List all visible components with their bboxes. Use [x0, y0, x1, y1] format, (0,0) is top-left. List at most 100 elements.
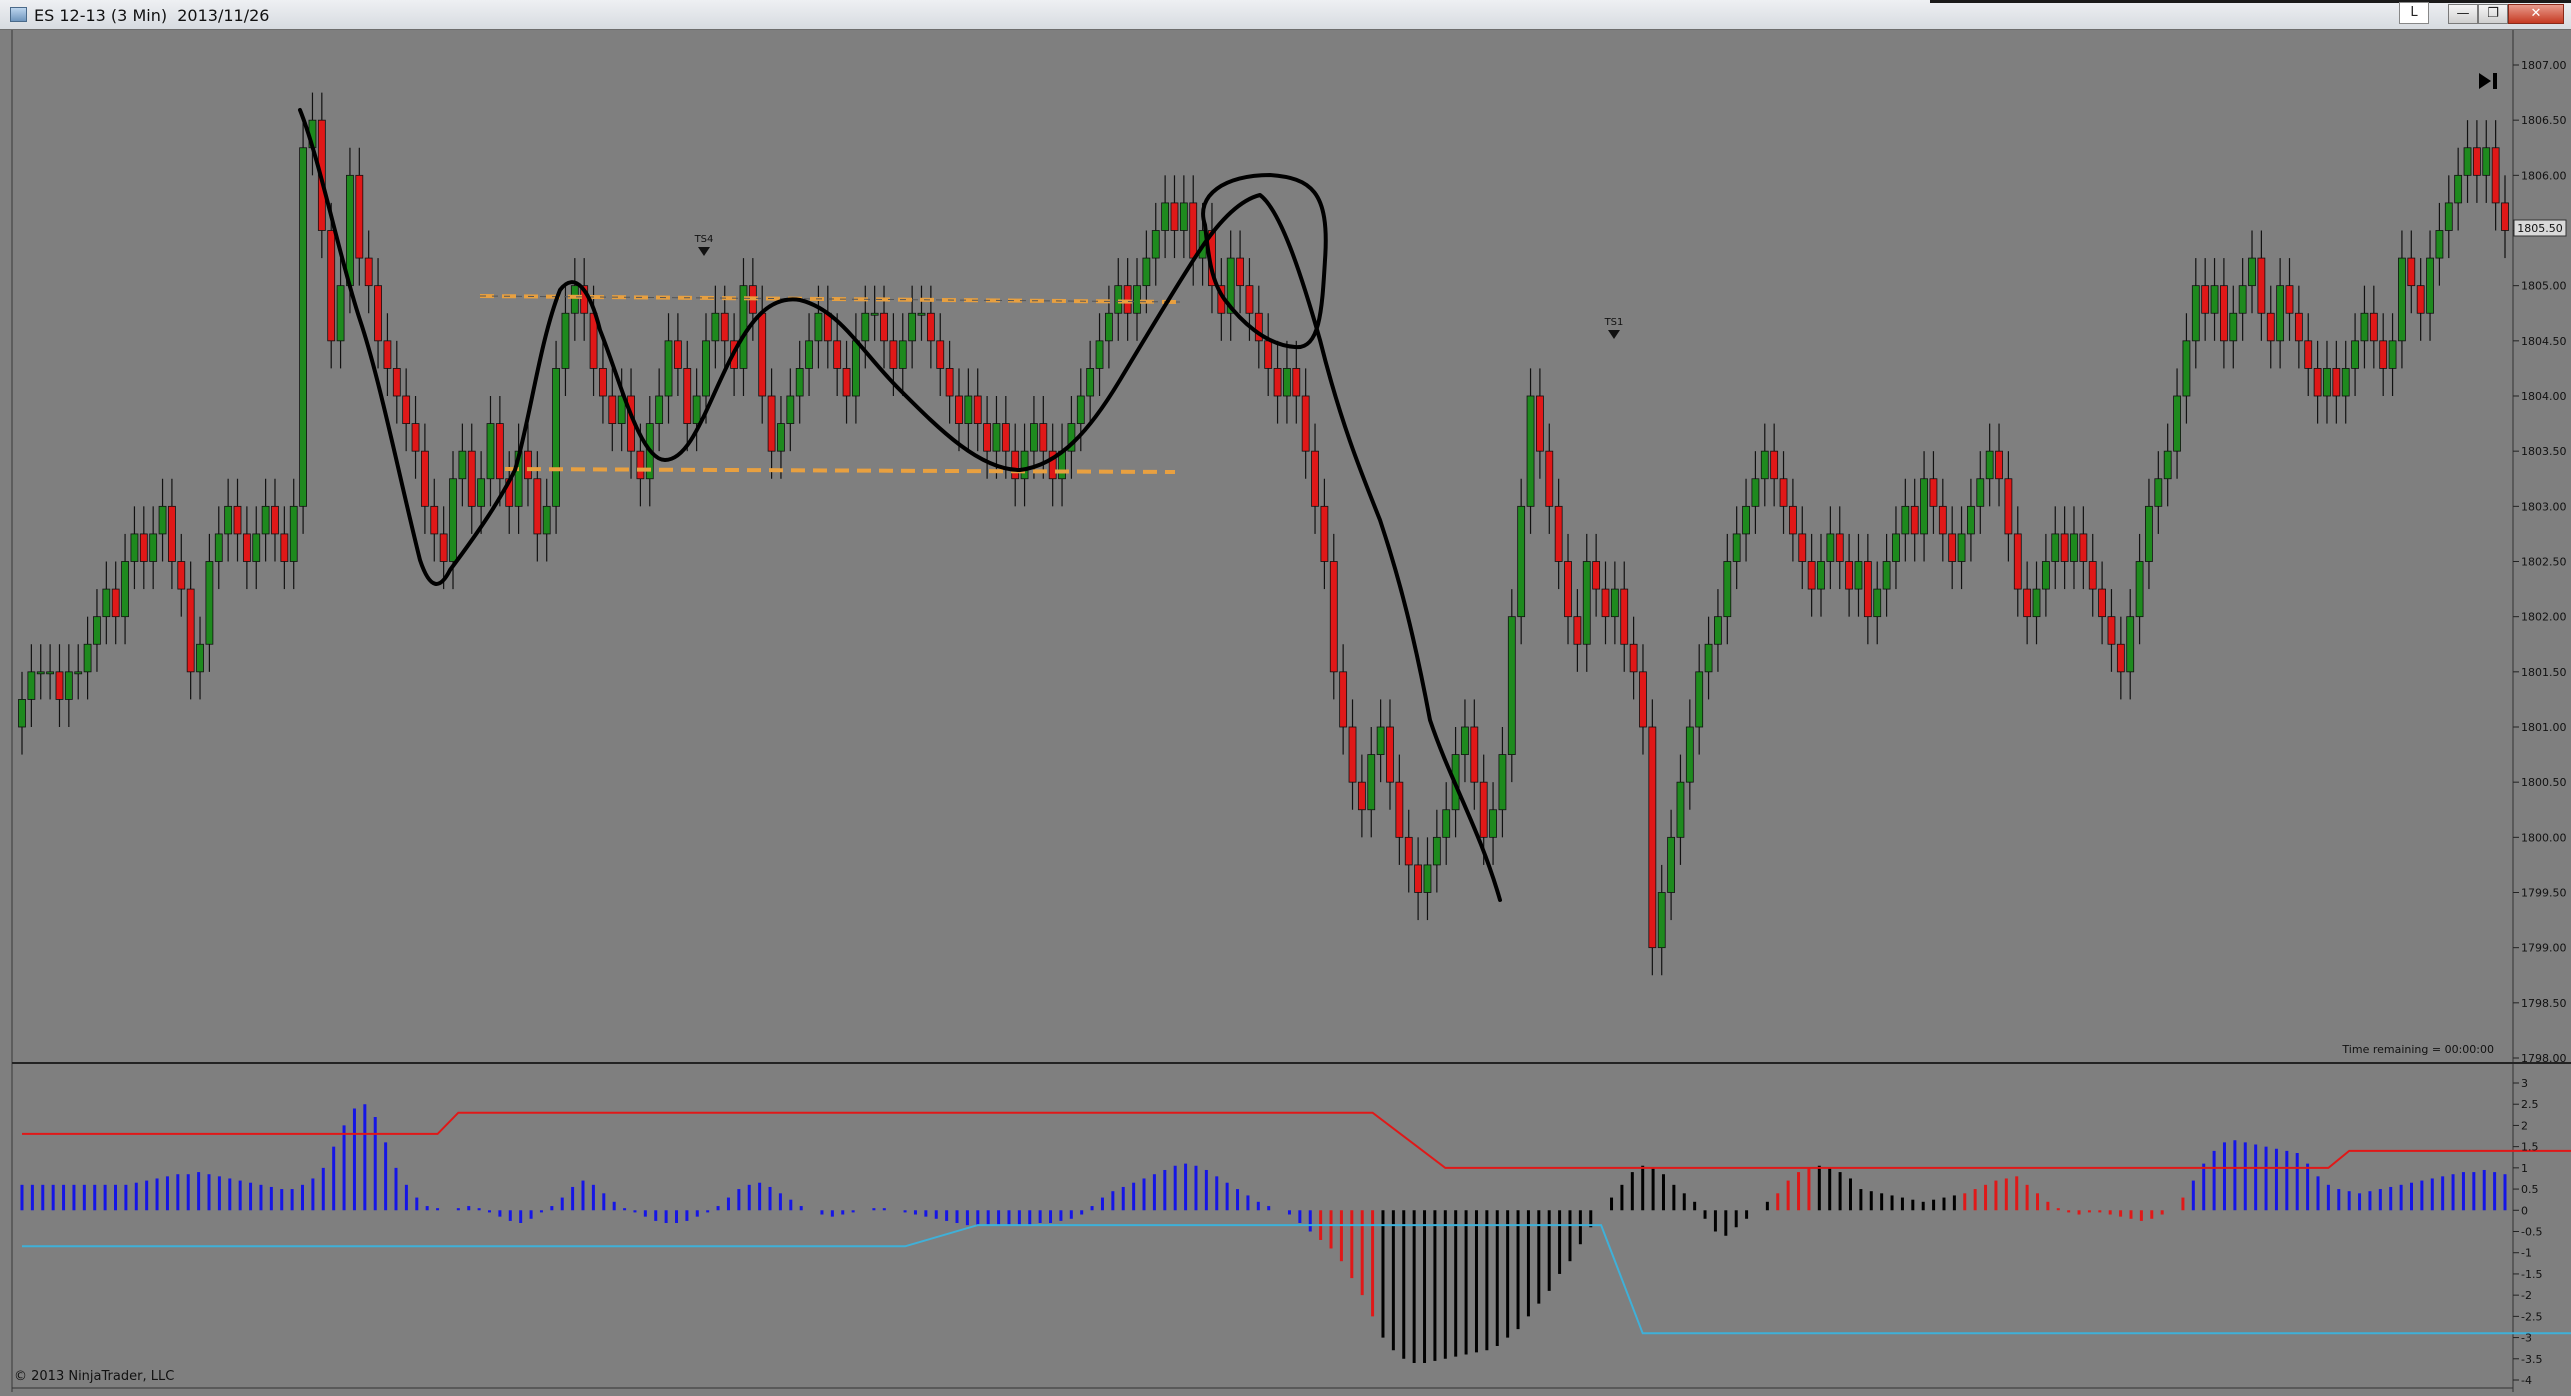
candle-body — [2023, 588, 2032, 618]
candle-body — [439, 533, 448, 562]
candle-body — [702, 340, 710, 397]
candle-body — [1039, 423, 1048, 452]
candle-body — [1554, 505, 1563, 562]
go-to-end-icon[interactable] — [2476, 70, 2500, 92]
candle-body — [186, 588, 195, 673]
candle-body — [1498, 754, 1507, 811]
candle-body — [2238, 285, 2247, 314]
candle-body — [2351, 340, 2359, 369]
candle-body — [880, 312, 888, 342]
candle-body — [1873, 588, 1882, 618]
chart-area[interactable]: 1807.00 1806.50 1806.00 1805.50 1805.00 1804.… — [0, 30, 2571, 1392]
chart-canvas[interactable]: 1807.00 1806.50 1806.00 1805.50 1805.00 1804.… — [0, 30, 2571, 1392]
candle-body — [1920, 478, 1928, 535]
candle-body — [2360, 312, 2369, 342]
candle-body — [2323, 368, 2331, 397]
candle-body — [139, 533, 148, 562]
candle-body — [83, 643, 92, 673]
candle-body — [2266, 312, 2275, 342]
candle-body — [149, 533, 158, 562]
candle-body — [2482, 147, 2491, 176]
candle-body — [336, 285, 345, 342]
minimize-button[interactable]: — — [2448, 4, 2478, 24]
candle-body — [224, 505, 233, 535]
candle-body — [1601, 588, 1610, 618]
candle-body — [27, 671, 36, 700]
candle-body — [2341, 368, 2350, 397]
oscillator-tick-label: -3.5 — [2521, 1353, 2542, 1366]
candle-body — [2041, 561, 2050, 590]
oscillator-tick-label: 0 — [2521, 1204, 2528, 1217]
candle-body — [1442, 809, 1451, 838]
candle-body — [2210, 285, 2219, 314]
candle-body — [280, 533, 289, 562]
candle-body — [1751, 478, 1760, 507]
candle-body — [1301, 395, 1310, 452]
candle-body — [383, 340, 392, 369]
candle-body — [599, 368, 607, 397]
ts1-label: TS1 — [1604, 317, 1624, 328]
ts1-triangle — [1608, 330, 1620, 339]
candle-body — [552, 368, 560, 507]
candle-body — [2145, 505, 2153, 562]
close-button[interactable]: ✕ — [2508, 4, 2564, 24]
candle-body — [2379, 340, 2388, 369]
candle-body — [1114, 285, 1123, 314]
candle-body — [242, 533, 251, 562]
price-tick-label: 1799.00 — [2521, 942, 2567, 955]
candle-body — [1648, 726, 1657, 949]
candle-body — [2472, 147, 2481, 176]
price-tick-label: 1806.50 — [2521, 114, 2567, 127]
candle-body — [411, 423, 420, 452]
candle-body — [2229, 312, 2238, 342]
candle-body — [289, 505, 298, 562]
candle-body — [524, 450, 532, 480]
price-tick-label: 1800.00 — [2521, 831, 2567, 844]
candle-body — [2201, 285, 2210, 314]
candle-body — [1339, 671, 1348, 728]
candle-body — [1545, 450, 1554, 507]
price-tick-label: 1800.50 — [2521, 776, 2567, 789]
candle-body — [1620, 588, 1629, 645]
price-tick-label: 1803.50 — [2521, 445, 2567, 458]
restore-button[interactable]: ❐ — [2478, 4, 2508, 24]
candle-body — [898, 340, 907, 369]
copyright-text: © 2013 NinjaTrader, LLC — [14, 1369, 174, 1384]
candle-body — [46, 671, 55, 675]
oscillator-tick-label: 2 — [2521, 1119, 2528, 1132]
price-tick-label: 1799.50 — [2521, 887, 2567, 900]
candle-body — [1957, 533, 1966, 562]
candle-body — [1189, 202, 1198, 259]
window-title: ES 12-13 (3 Min) 2013/11/26 — [34, 6, 270, 25]
oscillator-tick-label: 2.5 — [2521, 1098, 2539, 1111]
candle-body — [2294, 312, 2303, 342]
lock-button[interactable]: L — [2399, 2, 2429, 24]
candle-body — [1292, 368, 1301, 397]
candle-body — [636, 450, 645, 480]
candle-body — [1086, 368, 1095, 397]
last-price-tag: 1805.50 — [2513, 219, 2567, 237]
candle-body — [1967, 505, 1975, 535]
candle-body — [252, 533, 261, 562]
candle-body — [1030, 423, 1038, 452]
candle-body — [374, 285, 382, 342]
candle-body — [102, 588, 111, 618]
candle-body — [842, 368, 851, 397]
candle-body — [1264, 340, 1273, 369]
oscillator-tick-label: -2 — [2521, 1289, 2532, 1302]
candle-body — [355, 174, 364, 259]
candle-body — [1414, 864, 1423, 893]
candle-body — [814, 312, 823, 342]
candle-body — [711, 312, 720, 342]
candle-body — [299, 147, 307, 507]
candle-body — [1311, 450, 1319, 507]
candle-body — [1798, 533, 1807, 562]
candle-body — [1573, 616, 1582, 645]
candle-body — [1938, 505, 1947, 535]
candle-body — [2454, 174, 2463, 204]
price-tick-label: 1806.00 — [2521, 169, 2567, 182]
candle-body — [327, 230, 336, 342]
candle-body — [758, 312, 767, 397]
candle-body — [364, 257, 373, 287]
candle-body — [1283, 368, 1291, 397]
